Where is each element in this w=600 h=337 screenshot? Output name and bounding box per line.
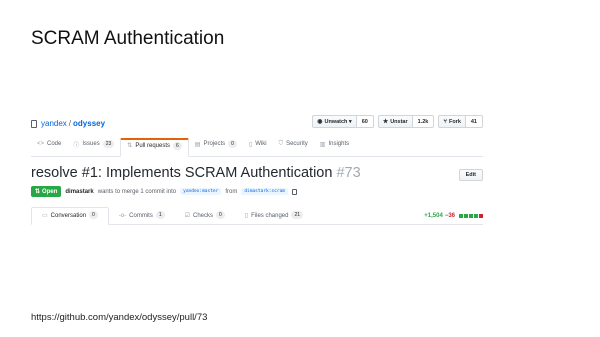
pull-request-icon: ⇅	[35, 189, 41, 195]
pr-tabs: ▭ Conversation 0 -o- Commits 1 ☑ Checks …	[31, 207, 483, 225]
tab-checks[interactable]: ☑ Checks 0	[175, 206, 235, 224]
tab-code-label: Code	[47, 141, 62, 147]
fork-label: Fork	[448, 118, 461, 125]
repo-actions: ◉ Unwatch ▾ 60 ★ Unstar 1.2k ⑂ Fork 41	[312, 115, 483, 128]
files-changed-counter: 21	[291, 211, 304, 219]
fork-action: ⑂ Fork 41	[438, 115, 483, 128]
from-text: from	[225, 188, 238, 195]
copy-icon[interactable]	[291, 188, 297, 195]
head-branch[interactable]: dimastark:scram	[241, 188, 288, 195]
base-branch[interactable]: yandex:master	[180, 188, 222, 195]
issues-counter: 23	[102, 140, 115, 148]
diffstat-block	[464, 214, 468, 218]
pr-number: #73	[336, 165, 361, 181]
star-icon: ★	[382, 119, 389, 125]
tab-issues-label: Issues	[82, 141, 100, 147]
repo-name-link[interactable]: odyssey	[73, 119, 105, 128]
checks-counter: 0	[216, 211, 225, 219]
tab-insights-label: Insights	[328, 141, 350, 147]
additions-count: +1,504	[424, 213, 443, 219]
watchers-count[interactable]: 60	[356, 115, 374, 128]
status-badge: ⇅ Open	[31, 186, 62, 197]
pull-requests-counter: 6	[173, 141, 182, 150]
repo-path-separator: /	[68, 119, 72, 128]
tab-code[interactable]: <> Code	[31, 137, 67, 156]
forks-count[interactable]: 41	[465, 115, 483, 128]
tab-commits-label: Commits	[129, 213, 153, 219]
fork-icon: ⑂	[443, 118, 447, 125]
slide-title: SCRAM Authentication	[31, 28, 225, 49]
pr-title: resolve #1: Implements SCRAM Authenticat…	[31, 165, 361, 181]
tab-conversation-label: Conversation	[50, 213, 87, 219]
repo-icon	[31, 119, 37, 128]
tab-files-changed[interactable]: ▯ Files changed 21	[235, 206, 313, 224]
unwatch-label: Unwatch ▾	[324, 118, 352, 125]
diffstat: +1,504 −36	[424, 213, 483, 219]
tab-projects-label: Projects	[203, 141, 226, 147]
issue-icon: ⓘ	[73, 142, 80, 149]
commit-icon: -o-	[118, 213, 127, 219]
tab-conversation[interactable]: ▭ Conversation 0	[31, 207, 109, 225]
conversation-counter: 0	[89, 211, 98, 219]
tab-pull-requests-label: Pull requests	[135, 142, 170, 149]
tab-wiki-label: Wiki	[255, 141, 267, 147]
conversation-icon: ▭	[42, 213, 48, 219]
code-icon: <>	[37, 141, 45, 147]
file-diff-icon: ▯	[244, 213, 249, 219]
status-badge-label: Open	[42, 188, 58, 195]
repo-owner-link[interactable]: yandex	[41, 119, 67, 128]
slide-footer-url: https://github.com/yandex/odyssey/pull/7…	[31, 312, 208, 323]
project-icon: ▤	[194, 141, 201, 148]
diffstat-block	[479, 214, 483, 218]
tab-pull-requests[interactable]: ⇅ Pull requests 6	[120, 138, 189, 157]
tab-checks-label: Checks	[193, 213, 214, 219]
tab-insights[interactable]: ▥ Insights	[314, 137, 355, 156]
github-pr-page: yandex / odyssey ◉ Unwatch ▾ 60 ★ Unstar…	[31, 110, 483, 225]
tab-security-label: Security	[286, 141, 308, 147]
tab-commits[interactable]: -o- Commits 1	[109, 206, 175, 224]
shield-icon: ⛉	[278, 140, 284, 147]
repo-path: yandex / odyssey	[31, 119, 105, 128]
diffstat-blocks	[459, 214, 483, 218]
tab-files-changed-label: Files changed	[251, 213, 289, 219]
book-icon: ▯	[248, 141, 253, 148]
tab-security[interactable]: ⛉ Security	[273, 137, 314, 156]
pull-request-icon: ⇅	[127, 143, 133, 149]
fork-button[interactable]: ⑂ Fork	[438, 115, 466, 128]
merge-description: wants to merge 1 commit into	[97, 188, 177, 195]
watch-action: ◉ Unwatch ▾ 60	[312, 115, 374, 128]
edit-button[interactable]: Edit	[458, 169, 483, 181]
repo-nav-tabs: <> Code ⓘ Issues 23 ⇅ Pull requests 6 ▤ …	[31, 137, 483, 157]
checks-icon: ☑	[184, 213, 190, 219]
stars-count[interactable]: 1.2k	[412, 115, 435, 128]
repo-header: yandex / odyssey ◉ Unwatch ▾ 60 ★ Unstar…	[31, 110, 483, 136]
diffstat-block	[469, 214, 473, 218]
diffstat-block	[474, 214, 478, 218]
unstar-button[interactable]: ★ Unstar	[377, 115, 413, 128]
deletions-count: −36	[444, 213, 455, 219]
diffstat-block	[459, 214, 463, 218]
star-action: ★ Unstar 1.2k	[377, 115, 435, 128]
unstar-label: Unstar	[390, 118, 408, 125]
pr-title-text: resolve #1: Implements SCRAM Authenticat…	[31, 165, 333, 181]
tab-issues[interactable]: ⓘ Issues 23	[67, 137, 120, 156]
commits-counter: 1	[155, 211, 165, 219]
pr-meta: ⇅ Open dimastark wants to merge 1 commit…	[31, 186, 297, 197]
author-link[interactable]: dimastark	[65, 189, 93, 195]
projects-counter: 0	[228, 140, 237, 148]
eye-icon: ◉	[317, 119, 323, 125]
unwatch-button[interactable]: ◉ Unwatch ▾	[312, 115, 357, 128]
graph-icon: ▥	[319, 141, 326, 148]
tab-projects[interactable]: ▤ Projects 0	[189, 137, 243, 156]
tab-wiki[interactable]: ▯ Wiki	[243, 137, 273, 156]
